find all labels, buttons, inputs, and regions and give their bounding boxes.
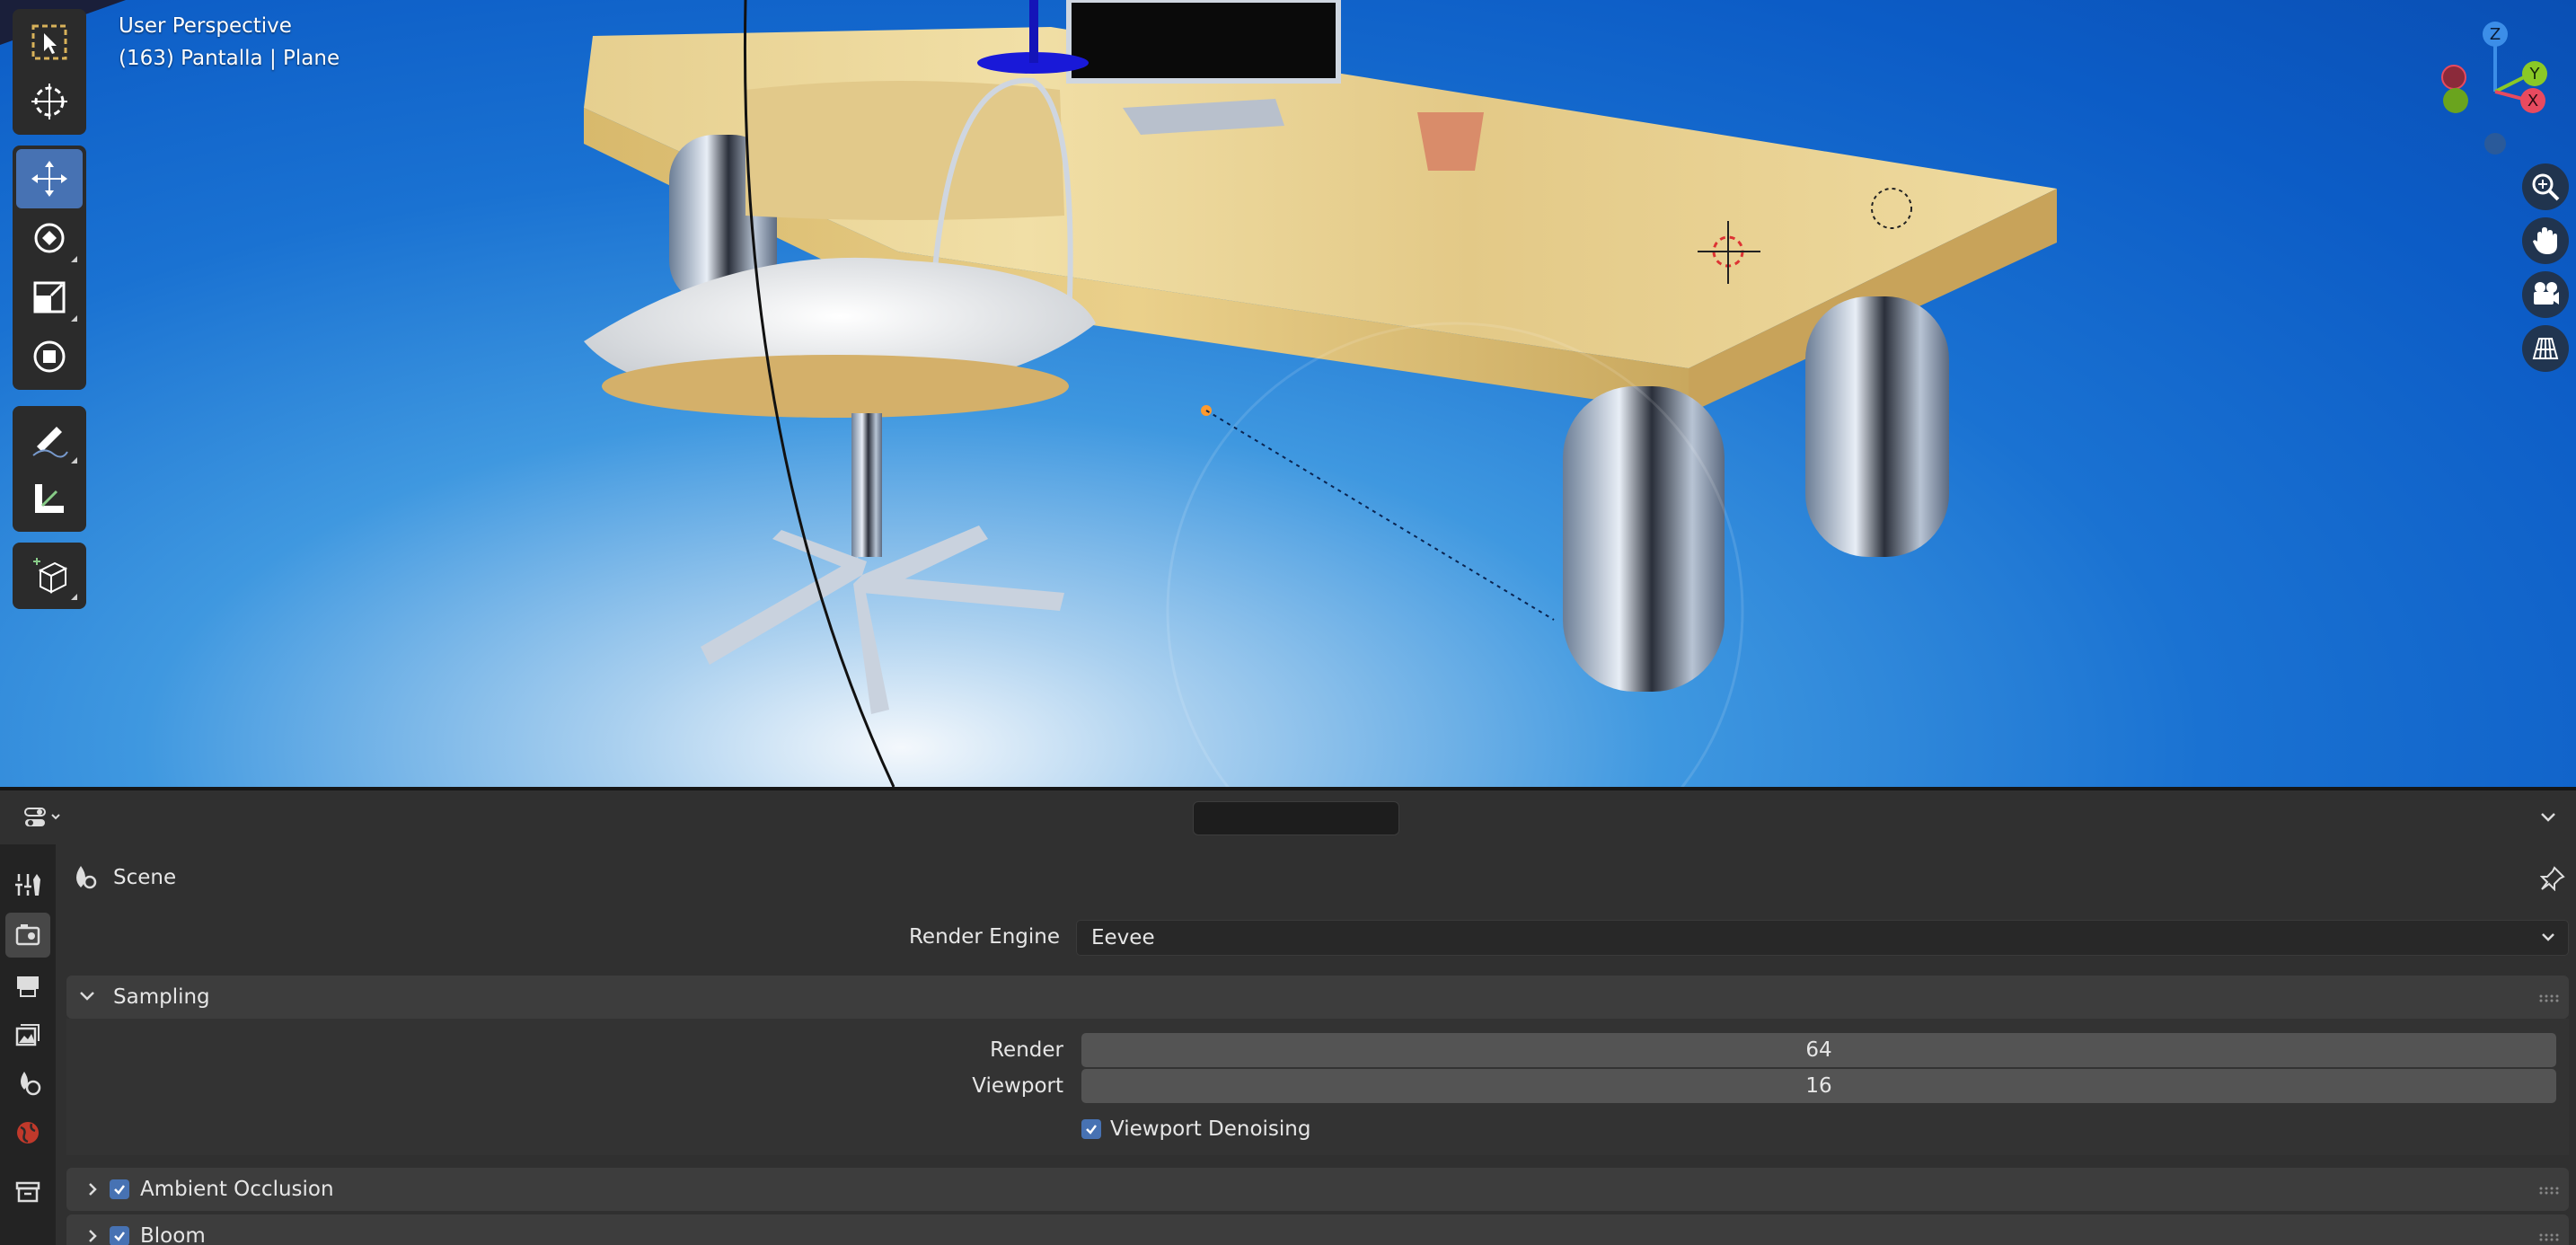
scale-tool[interactable] <box>16 268 83 327</box>
viewport-denoising-checkbox[interactable] <box>1081 1119 1101 1139</box>
toolbar-select <box>13 9 86 135</box>
render-engine-value: Eevee <box>1091 926 1155 949</box>
ambient-occlusion-checkbox[interactable] <box>110 1179 129 1199</box>
gizmo-y-label: Y <box>2529 65 2541 84</box>
render-engine-label: Render Engine <box>908 925 1060 949</box>
tab-world[interactable] <box>5 1110 50 1155</box>
add-cube-tool[interactable] <box>16 546 83 605</box>
cursor-tool[interactable] <box>16 72 83 131</box>
chevron-down-icon[interactable] <box>2538 810 2558 825</box>
render-samples-label: Render <box>990 1038 1063 1062</box>
camera-icon <box>2534 282 2559 305</box>
render-engine-dropdown[interactable]: Eevee <box>1076 920 2569 956</box>
measure-icon <box>35 484 64 513</box>
chevron-right-icon <box>89 1183 97 1196</box>
sampling-panel-title: Sampling <box>113 985 210 1009</box>
world-icon <box>17 1122 39 1143</box>
toolbar-add <box>13 543 86 609</box>
transform-tool[interactable] <box>16 327 83 386</box>
rotate-tool[interactable] <box>16 208 83 268</box>
checkmark-icon <box>114 1232 125 1241</box>
editor-type-button[interactable] <box>14 801 72 834</box>
bloom-checkbox[interactable] <box>110 1226 129 1245</box>
tab-view-layer[interactable] <box>5 1011 50 1056</box>
properties-header <box>0 790 2576 844</box>
select-box-icon <box>31 24 67 60</box>
transform-icon <box>33 340 66 373</box>
annotate-icon <box>32 427 68 458</box>
navigation-gizmo[interactable]: Z Y X <box>2425 18 2560 162</box>
grid-view-icon <box>2532 338 2559 359</box>
chevron-down-icon <box>80 992 94 1001</box>
gizmo-x-label: X <box>2527 92 2538 110</box>
measure-tool[interactable] <box>16 469 83 528</box>
zoom-button[interactable] <box>2522 163 2569 210</box>
viewport-denoising-label: Viewport Denoising <box>1110 1117 1311 1141</box>
bloom-title: Bloom <box>140 1224 206 1245</box>
tool-icon <box>15 874 40 896</box>
cursor-icon <box>31 84 67 119</box>
scale-icon <box>33 281 66 313</box>
checkmark-icon <box>114 1185 125 1195</box>
scene-icon <box>76 866 97 889</box>
chevron-right-icon <box>89 1230 97 1242</box>
viewport-denoising-row[interactable]: Viewport Denoising <box>1081 1117 1311 1141</box>
output-icon <box>17 976 39 997</box>
tab-scene[interactable] <box>5 1060 50 1105</box>
viewport-samples-label: Viewport <box>972 1074 1063 1098</box>
ortho-toggle-button[interactable] <box>2522 325 2569 372</box>
sampling-panel-header[interactable]: Sampling <box>66 976 2569 1019</box>
tab-output[interactable] <box>5 963 50 1008</box>
toolbar-transform <box>13 146 86 390</box>
context-label: Scene <box>113 866 177 889</box>
view-name-label: User Perspective <box>119 14 292 38</box>
gizmo-z-label: Z <box>2490 25 2501 44</box>
select-box-tool[interactable] <box>16 13 83 72</box>
properties-editor-icon <box>24 808 60 826</box>
drag-handle-icon[interactable] <box>2538 1186 2560 1195</box>
drag-handle-icon[interactable] <box>2538 1232 2560 1241</box>
scene-render <box>0 0 2057 787</box>
bloom-panel-header[interactable]: Bloom <box>66 1214 2569 1245</box>
properties-tabs <box>0 844 56 1245</box>
render-icon <box>15 924 40 946</box>
toolbar-annotate <box>13 406 86 532</box>
view-layer-icon <box>15 1024 40 1046</box>
move-tool[interactable] <box>16 149 83 208</box>
properties-editor: Scene Render Engine Eevee Sampling Rende… <box>0 787 2576 1245</box>
properties-context: Scene <box>70 864 176 891</box>
ambient-occlusion-title: Ambient Occlusion <box>140 1178 334 1201</box>
collection-icon <box>15 1181 40 1203</box>
render-samples-field[interactable]: 64 <box>1081 1033 2556 1067</box>
pin-icon[interactable] <box>2540 866 2565 891</box>
annotate-tool[interactable] <box>16 410 83 469</box>
tab-collection[interactable] <box>5 1170 50 1214</box>
3d-viewport[interactable]: User Perspective (163) Pantalla | Plane <box>0 0 2576 787</box>
drag-handle-icon[interactable] <box>2538 993 2560 1002</box>
move-icon <box>31 161 67 197</box>
zoom-icon <box>2532 173 2560 201</box>
scene-icon <box>21 1072 41 1096</box>
checkmark-icon <box>1086 1125 1097 1135</box>
camera-view-button[interactable] <box>2522 271 2569 318</box>
hand-icon <box>2533 227 2557 254</box>
tab-tool[interactable] <box>5 862 50 907</box>
chevron-down-icon <box>2542 933 2554 941</box>
object-info-label: (163) Pantalla | Plane <box>119 47 340 70</box>
viewport-samples-field[interactable]: 16 <box>1081 1069 2556 1103</box>
add-cube-icon <box>33 558 68 594</box>
pan-button[interactable] <box>2522 217 2569 264</box>
tab-render[interactable] <box>5 913 50 958</box>
rotate-icon <box>34 223 65 253</box>
ambient-occlusion-panel-header[interactable]: Ambient Occlusion <box>66 1168 2569 1211</box>
properties-search-input[interactable] <box>1193 801 1399 835</box>
